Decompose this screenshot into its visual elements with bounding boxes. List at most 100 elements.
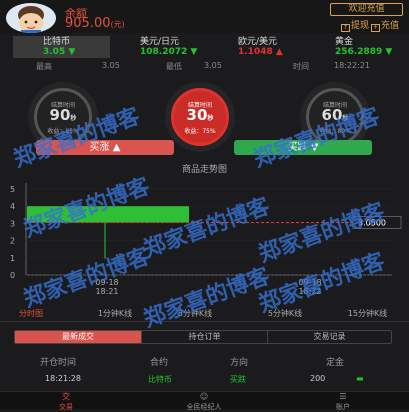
gauge-rate: 收益：80% <box>319 128 351 135</box>
ticker-item-usdjpy[interactable]: 美元/日元 108.2072 ▼ <box>110 36 208 58</box>
ticker-value: 1.1048 ▲ <box>238 47 305 57</box>
price-chart[interactable]: 5 4 3 2 1 0 3.0500 09-18 18:21 09-18 18:22 <box>0 177 409 305</box>
y-tick-label: 0 <box>10 271 15 280</box>
row-direction: 买跌 <box>230 375 246 384</box>
high-label: 最高 <box>36 62 52 71</box>
time-label: 时间 <box>293 62 309 71</box>
nav-label: 交易 <box>59 403 73 411</box>
ticker-name: 黄金 <box>335 37 354 47</box>
gauge-unit: 秒 <box>70 115 77 122</box>
row-status-dot: ▬ <box>356 374 364 383</box>
subtab-history[interactable]: 交易记录 <box>267 331 391 343</box>
y-tick-label: 3 <box>10 219 15 228</box>
avatar[interactable] <box>6 3 56 33</box>
gauge-rate: 收益：75% <box>184 128 216 135</box>
welcome-recharge-button[interactable]: 欢迎充值 <box>330 3 403 16</box>
nav-broker[interactable]: ☺ 全民经纪人 <box>144 392 264 411</box>
row-time: 18:21:28 <box>45 374 81 383</box>
tab-15min[interactable]: 15分钟K线 <box>330 305 405 322</box>
gauge-rate: 收益：85% <box>47 128 79 135</box>
gauge-seconds: 60秒 <box>300 106 370 124</box>
buy-rise-button[interactable]: 买涨 ▲ <box>36 140 174 155</box>
withdraw-button[interactable]: ↑ 提现 <box>341 18 369 32</box>
x-tick-time: 18:22 <box>298 287 321 296</box>
gauge-seconds-value: 60 <box>321 106 343 124</box>
ticker-price: 1.1048 <box>238 47 273 57</box>
buy-rise-label: 买涨 <box>89 142 110 153</box>
balance-unit: (元) <box>110 20 125 29</box>
ticker-name: 美元/日元 <box>140 37 180 47</box>
tab-3min[interactable]: 3分钟K线 <box>160 305 230 322</box>
col-open-time: 开仓时间 <box>40 358 77 368</box>
buy-fall-button[interactable]: 买跌 ▼ <box>234 140 372 155</box>
gauge-seconds-value: 30 <box>186 106 208 124</box>
tab-5min[interactable]: 5分钟K线 <box>250 305 320 322</box>
arrow-down-icon: ▼ <box>385 47 393 57</box>
gauge-seconds-value: 90 <box>49 106 71 124</box>
gauge-unit: 秒 <box>342 115 349 122</box>
y-tick-label: 4 <box>10 202 15 211</box>
ticker-item-gold[interactable]: 黄金 256.2889 ▼ <box>305 36 403 58</box>
withdraw-icon: ↑ <box>341 24 350 32</box>
recharge-button[interactable]: + 充值 <box>371 18 399 32</box>
gauge-30s[interactable]: 结算时间 30秒 收益：75% <box>165 82 235 152</box>
header: 余额 905.00(元) 欢迎充值 ↑ 提现 + 充值 <box>0 0 409 33</box>
balance-value: 905.00(元) <box>65 16 125 31</box>
broker-icon: ☺ <box>199 392 209 401</box>
gauge-seconds: 30秒 <box>165 106 235 124</box>
x-tick-date: 09-18 <box>298 278 321 287</box>
ticker-price: 256.2889 <box>335 47 383 57</box>
avatar-face-icon <box>18 6 44 33</box>
ticker-value: 108.2072 ▼ <box>140 47 208 57</box>
row-deposit: 200 <box>310 374 326 383</box>
y-tick-label: 5 <box>10 185 15 194</box>
x-tick-date: 09-18 <box>95 278 118 287</box>
trade-table-header: 开仓时间 合约 方向 定金 <box>0 355 409 369</box>
gauge-unit: 秒 <box>207 115 214 122</box>
low-label: 最低 <box>166 62 182 71</box>
recharge-label: 充值 <box>381 21 400 31</box>
withdraw-label: 提现 <box>351 21 370 31</box>
arrow-up-icon: ▲ <box>112 142 121 153</box>
order-subtabs: 最新成交 持仓订单 交易记录 <box>14 330 392 344</box>
high-value: 3.05 <box>102 61 120 70</box>
ticker-name: 欧元/美元 <box>238 37 278 47</box>
subtab-positions[interactable]: 持仓订单 <box>141 331 267 343</box>
y-tick-label: 1 <box>10 254 15 263</box>
candle-body <box>27 206 189 223</box>
buy-fall-label: 买跌 <box>287 142 308 153</box>
nav-account[interactable]: ☰ 账户 <box>283 392 403 411</box>
recharge-icon: + <box>371 24 380 32</box>
account-icon: ☰ <box>339 392 347 401</box>
ticker-item-eurusd[interactable]: 欧元/美元 1.1048 ▲ <box>208 36 305 58</box>
arrow-up-icon: ▲ <box>275 47 283 57</box>
ticker-price: 3.05 <box>43 47 66 57</box>
col-contract: 合约 <box>150 358 169 368</box>
ticker-price: 108.2072 <box>140 47 188 57</box>
nav-label: 全民经纪人 <box>186 403 222 411</box>
y-tick-label: 2 <box>10 237 15 246</box>
ticker-name: 比特币 <box>43 37 71 47</box>
ticker-bar: 比特币 3.05 ▼ 美元/日元 108.2072 ▼ 欧元/美元 1.1048… <box>13 36 403 58</box>
ticker-item-bitcoin[interactable]: 比特币 3.05 ▼ <box>13 36 110 58</box>
period-tabs: 分时图 1分钟K线 3分钟K线 5分钟K线 15分钟K线 <box>0 305 409 322</box>
x-tick-time: 18:21 <box>95 287 118 296</box>
trade-icon: 交 <box>62 392 70 401</box>
last-price-label: 3.0500 <box>358 219 386 228</box>
subtab-latest-trades[interactable]: 最新成交 <box>15 331 141 343</box>
nav-trade[interactable]: 交 交易 <box>6 392 126 411</box>
chart-title: 商品走势图 <box>181 165 227 175</box>
low-value: 3.05 <box>204 61 222 70</box>
col-direction: 方向 <box>230 358 249 368</box>
ticker-value: 3.05 ▼ <box>43 47 110 57</box>
col-deposit: 定金 <box>326 358 345 368</box>
bottom-nav: 交 交易 ☺ 全民经纪人 ☰ 账户 <box>0 391 409 411</box>
arrow-down-icon: ▼ <box>190 47 198 57</box>
price-chart-svg: 5432103.050009-1818:2109-1818:22 <box>10 183 402 296</box>
tab-timeshare[interactable]: 分时图 <box>0 305 62 322</box>
arrow-down-icon: ▼ <box>310 142 319 153</box>
ticker-value: 256.2889 ▼ <box>335 47 403 57</box>
table-row[interactable]: 18:21:28 比特币 买跌 200 ▬ <box>0 374 409 386</box>
tab-1min[interactable]: 1分钟K线 <box>80 305 150 322</box>
balance-amount: 905.00 <box>65 16 111 31</box>
